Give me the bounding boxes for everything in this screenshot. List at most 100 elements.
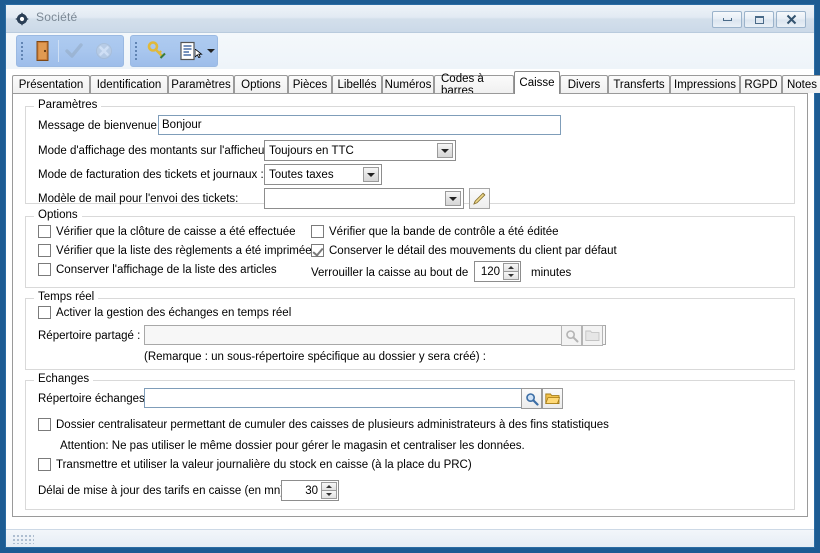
exit-door-icon bbox=[36, 41, 49, 61]
lock-delay-unit: minutes bbox=[531, 267, 572, 279]
mail-template-combo[interactable] bbox=[264, 188, 464, 209]
lock-delay-spin-buttons[interactable] bbox=[503, 263, 519, 280]
group-parametres: Paramètres Message de bienvenue : Bonjou… bbox=[25, 99, 795, 209]
cancel-button[interactable] bbox=[89, 37, 119, 65]
pencil-edit-icon bbox=[473, 192, 486, 205]
tab-options[interactable]: Options bbox=[234, 75, 288, 93]
tab-label: Identification bbox=[96, 78, 162, 91]
welcome-message-input[interactable]: Bonjour bbox=[158, 115, 561, 135]
welcome-message-label: Message de bienvenue : bbox=[38, 120, 164, 132]
tab-codes-a-barres[interactable]: Codes à barres bbox=[434, 73, 514, 97]
tariff-delay-value: 30 bbox=[305, 484, 318, 497]
tab-numeros[interactable]: Numéros bbox=[382, 75, 434, 93]
exchange-dir-folder-button[interactable] bbox=[542, 388, 563, 409]
shared-dir-input[interactable] bbox=[144, 325, 606, 345]
exchange-dir-input[interactable] bbox=[144, 388, 532, 408]
billing-mode-value: Toutes taxes bbox=[269, 168, 334, 181]
option-dossier-centralisateur[interactable]: Dossier centralisateur permettant de cum… bbox=[38, 418, 609, 431]
tab-pieces[interactable]: Pièces bbox=[288, 75, 332, 93]
option-detail-mouvements[interactable]: Conserver le détail des mouvements du cl… bbox=[311, 244, 617, 257]
key-icon bbox=[147, 41, 166, 59]
spin-down-icon[interactable] bbox=[503, 272, 519, 280]
option-valeur-stock-checkbox[interactable] bbox=[38, 458, 51, 471]
tariff-delay-label: Délai de mise à jour des tarifs en caiss… bbox=[38, 485, 288, 497]
option-cloture-caisse-checkbox[interactable] bbox=[38, 225, 51, 238]
restore-button[interactable] bbox=[744, 11, 774, 28]
tab-label: Options bbox=[241, 78, 281, 91]
tab-divers[interactable]: Divers bbox=[560, 75, 608, 93]
option-affichage-articles[interactable]: Conserver l'affichage de la liste des ar… bbox=[38, 263, 277, 276]
spin-down-icon[interactable] bbox=[321, 491, 337, 499]
group-echanges-title: Echanges bbox=[34, 373, 94, 385]
option-detail-mouvements-checkbox[interactable] bbox=[311, 244, 324, 257]
magnifier-icon bbox=[565, 329, 578, 342]
shared-dir-folder-button[interactable] bbox=[582, 325, 603, 346]
folder-icon bbox=[585, 330, 600, 341]
cursor-arrow-icon bbox=[195, 49, 203, 58]
tariff-delay-spin-buttons[interactable] bbox=[321, 482, 337, 499]
validate-button[interactable] bbox=[59, 37, 89, 65]
option-activer-temps-reel-checkbox[interactable] bbox=[38, 306, 51, 319]
option-dossier-centralisateur-checkbox[interactable] bbox=[38, 418, 51, 431]
application-window: Société Présentation Identification Para… bbox=[0, 0, 820, 553]
resize-grip-icon[interactable] bbox=[12, 534, 34, 544]
mail-template-dropdown-arrow[interactable] bbox=[445, 191, 461, 206]
magnifier-icon bbox=[525, 392, 539, 406]
group-parametres-title: Paramètres bbox=[34, 99, 102, 111]
tab-rgpd[interactable]: RGPD bbox=[740, 75, 782, 93]
option-cloture-caisse[interactable]: Vérifier que la clôture de caisse a été … bbox=[38, 225, 296, 238]
option-detail-mouvements-label: Conserver le détail des mouvements du cl… bbox=[329, 244, 617, 257]
billing-mode-combo[interactable]: Toutes taxes bbox=[264, 164, 382, 185]
billing-mode-dropdown-arrow[interactable] bbox=[363, 167, 379, 182]
close-button[interactable] bbox=[776, 11, 806, 28]
display-mode-dropdown-arrow[interactable] bbox=[437, 143, 453, 158]
option-liste-reglements-checkbox[interactable] bbox=[38, 244, 51, 257]
tab-presentation[interactable]: Présentation bbox=[12, 75, 90, 93]
minimize-icon bbox=[722, 18, 732, 21]
tab-label: Notes bbox=[786, 78, 818, 91]
list-dropdown-button[interactable] bbox=[205, 37, 217, 65]
tab-impressions[interactable]: Impressions bbox=[670, 75, 740, 93]
option-valeur-stock[interactable]: Transmettre et utiliser la valeur journa… bbox=[38, 458, 472, 471]
exchange-dir-search-button[interactable] bbox=[521, 388, 542, 409]
minimize-button[interactable] bbox=[712, 11, 742, 28]
chevron-down-icon bbox=[367, 172, 375, 177]
list-button[interactable] bbox=[172, 37, 206, 65]
tariff-delay-spinner[interactable]: 30 bbox=[281, 480, 339, 501]
display-mode-combo[interactable]: Toujours en TTC bbox=[264, 140, 456, 161]
chevron-down-icon bbox=[207, 49, 216, 53]
tab-identification[interactable]: Identification bbox=[90, 75, 168, 93]
option-bande-controle-checkbox[interactable] bbox=[311, 225, 324, 238]
tab-caisse[interactable]: Caisse bbox=[514, 71, 560, 94]
option-bande-controle[interactable]: Vérifier que la bande de contrôle a été … bbox=[311, 225, 559, 238]
tab-label: Divers bbox=[567, 78, 601, 91]
spin-up-icon[interactable] bbox=[503, 263, 519, 272]
toolbar-grip-icon-2[interactable] bbox=[134, 41, 139, 61]
tab-label: RGPD bbox=[744, 78, 778, 91]
tab-label: Caisse bbox=[519, 77, 555, 89]
mail-template-edit-button[interactable] bbox=[469, 188, 490, 209]
tab-notes[interactable]: Notes bbox=[782, 75, 820, 93]
group-options: Options Vérifier que la clôture de caiss… bbox=[25, 209, 795, 288]
folder-icon bbox=[545, 393, 560, 404]
key-button[interactable] bbox=[142, 37, 172, 65]
tab-transferts[interactable]: Transferts bbox=[608, 75, 670, 93]
tab-parametres[interactable]: Paramètres bbox=[168, 75, 234, 93]
toolbar-grip-icon[interactable] bbox=[20, 41, 25, 61]
validate-check-icon bbox=[65, 43, 83, 58]
close-icon bbox=[786, 14, 796, 25]
tab-label: Paramètres bbox=[171, 78, 231, 91]
exchange-dir-label: Répertoire échanges : bbox=[38, 393, 152, 405]
spin-up-icon[interactable] bbox=[321, 482, 337, 491]
tab-libelles[interactable]: Libellés bbox=[332, 75, 382, 93]
display-mode-label: Mode d'affichage des montants sur l'affi… bbox=[38, 145, 275, 157]
chevron-down-icon bbox=[441, 148, 449, 153]
exit-door-button[interactable] bbox=[28, 37, 58, 65]
option-affichage-articles-checkbox[interactable] bbox=[38, 263, 51, 276]
shared-dir-search-button[interactable] bbox=[561, 325, 582, 346]
option-activer-temps-reel[interactable]: Activer la gestion des échanges en temps… bbox=[38, 306, 291, 319]
lock-delay-spinner[interactable]: 120 bbox=[474, 261, 521, 282]
option-liste-reglements[interactable]: Vérifier que la liste des règlements a é… bbox=[38, 244, 312, 257]
tab-label: Numéros bbox=[384, 78, 432, 91]
title-bar: Société bbox=[6, 5, 814, 33]
